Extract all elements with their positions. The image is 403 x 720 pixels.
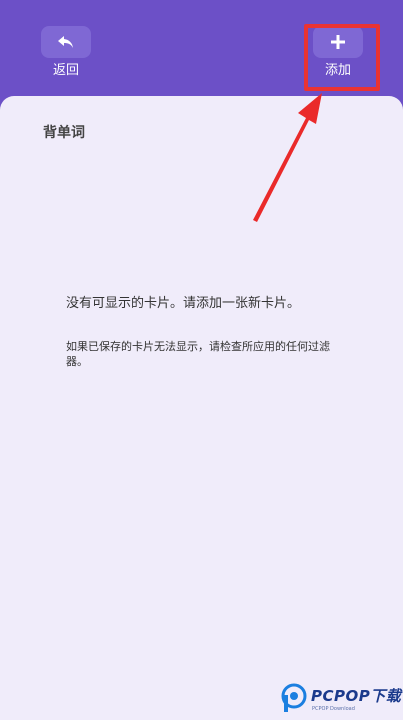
back-icon-box[interactable] <box>41 26 91 58</box>
watermark-subtext: PCPOP Download <box>312 705 355 712</box>
back-label: 返回 <box>52 63 79 78</box>
undo-arrow-icon <box>58 36 73 48</box>
deck-title: 背单词 <box>43 125 85 141</box>
back-button[interactable]: 返回 <box>40 26 92 82</box>
cards-panel: 背单词 没有可显示的卡片。请添加一张新卡片。 如果已保存的卡片无法显示，请检查所… <box>0 96 403 720</box>
watermark-text: PCPOP下载 <box>311 686 402 705</box>
annotation-highlight-box <box>304 24 380 91</box>
filter-hint: 如果已保存的卡片无法显示，请检查所应用的任何过滤器。 <box>66 340 330 368</box>
pcpop-logo-icon <box>281 683 307 712</box>
empty-message: 没有可显示的卡片。请添加一张新卡片。 <box>66 296 301 311</box>
watermark: PCPOP下载 PCPOP Download <box>281 680 401 716</box>
